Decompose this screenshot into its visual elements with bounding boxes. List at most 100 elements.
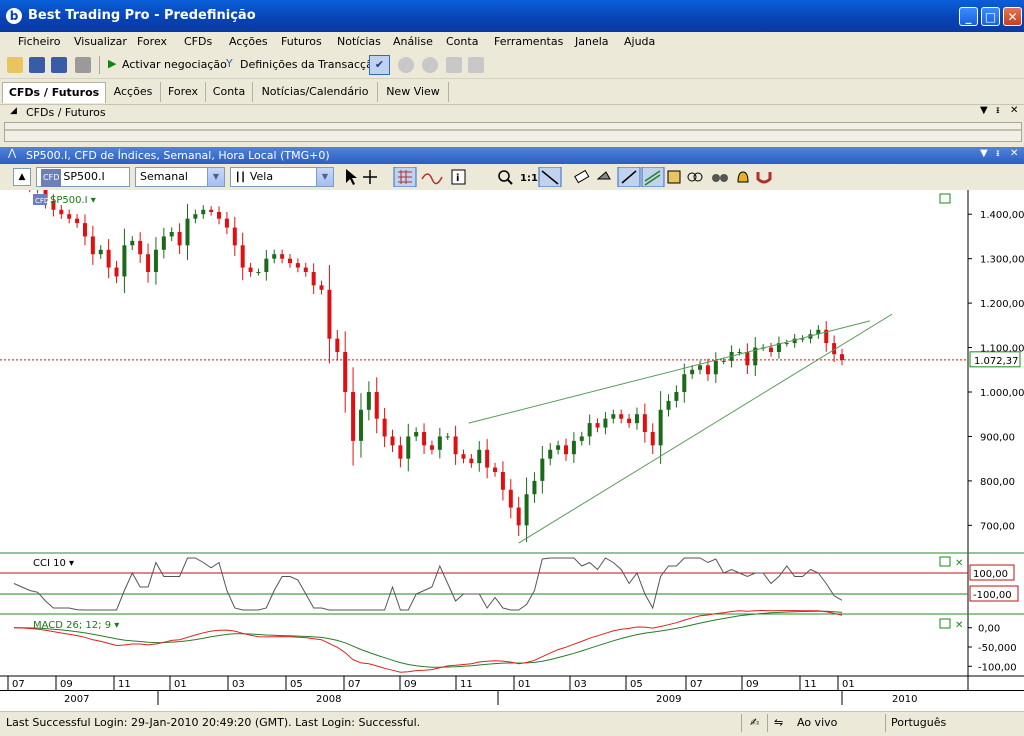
candle[interactable] <box>106 239 111 279</box>
menu-ferramentas[interactable]: Ferramentas <box>494 35 563 48</box>
candle[interactable] <box>587 414 592 446</box>
candle[interactable] <box>201 205 206 219</box>
candle[interactable] <box>130 236 135 250</box>
candle[interactable] <box>453 425 458 465</box>
candle[interactable] <box>232 216 237 256</box>
candle[interactable] <box>690 365 695 379</box>
candle[interactable] <box>114 260 119 284</box>
candle[interactable] <box>146 243 151 283</box>
candle[interactable] <box>445 432 450 440</box>
candle[interactable] <box>461 449 466 464</box>
candle[interactable] <box>548 443 553 466</box>
candle[interactable] <box>327 265 332 364</box>
candle[interactable] <box>90 225 95 265</box>
candle[interactable] <box>674 385 679 408</box>
candle[interactable] <box>335 330 340 361</box>
candle[interactable] <box>161 227 166 259</box>
refresh-icon[interactable] <box>468 57 484 73</box>
candle[interactable] <box>185 204 190 260</box>
candle[interactable] <box>27 178 32 193</box>
candle[interactable] <box>374 377 379 434</box>
channel-icon[interactable] <box>641 167 665 187</box>
pane-menu-icon[interactable]: ▼ <box>980 105 988 116</box>
collapse-icon[interactable]: ▲ <box>13 168 31 186</box>
period-select[interactable]: Semanal ▼ <box>135 167 225 187</box>
minimize-button[interactable]: _ <box>959 7 978 26</box>
binoculars-icon[interactable] <box>712 174 728 182</box>
candle[interactable] <box>240 232 245 281</box>
candle[interactable] <box>611 409 616 424</box>
menu-ficheiro[interactable]: Ficheiro <box>18 35 60 48</box>
candle[interactable] <box>406 423 411 472</box>
candle[interactable] <box>493 462 498 477</box>
candle[interactable] <box>122 228 127 294</box>
tab-forex[interactable]: Forex <box>161 82 206 102</box>
candle[interactable] <box>169 227 174 242</box>
candle[interactable] <box>272 249 277 264</box>
transaction-settings-button[interactable]: Definições da Transacção <box>240 58 380 71</box>
candle[interactable] <box>351 367 356 466</box>
candle[interactable] <box>713 352 718 383</box>
menu-accoes[interactable]: Acções <box>229 35 268 48</box>
pin-icon[interactable]: ᵻ <box>996 105 1000 116</box>
zoom-reset-icon[interactable]: 1:1 <box>520 173 538 184</box>
candle[interactable] <box>217 206 222 225</box>
candle[interactable] <box>603 412 608 435</box>
chart-menu-icon[interactable]: ▼ <box>980 148 988 159</box>
activate-trading-button[interactable]: Activar negociação <box>122 58 227 71</box>
candle[interactable] <box>524 477 529 542</box>
price-chart[interactable]: 1.400,001.300,001.200,001.100,001.000,00… <box>0 172 1024 711</box>
tab-noticias[interactable]: Notícias/Calendário <box>253 82 378 102</box>
candle[interactable] <box>414 427 419 442</box>
candle[interactable] <box>82 214 87 246</box>
menu-janela[interactable]: Janela <box>575 35 609 48</box>
paint-icon[interactable] <box>596 171 611 180</box>
candle[interactable] <box>556 440 561 455</box>
candle[interactable] <box>193 209 198 224</box>
candle[interactable] <box>540 446 545 494</box>
menu-visualizar[interactable]: Visualizar <box>74 35 127 48</box>
candle[interactable] <box>469 454 474 468</box>
cursor-icon[interactable] <box>346 169 357 185</box>
candle[interactable] <box>429 440 434 455</box>
maximize-button[interactable]: □ <box>981 7 1000 26</box>
save-all-icon[interactable] <box>51 57 67 73</box>
candle[interactable] <box>824 321 829 352</box>
candle[interactable] <box>595 418 600 433</box>
candle[interactable] <box>59 205 64 219</box>
chart-area[interactable]: 1.400,00 1.300,00 1.200,00 1.100,00 1.000,00… <box>0 172 1024 711</box>
chart-close-icon[interactable]: ✕ <box>1010 148 1018 159</box>
candle[interactable] <box>75 214 80 228</box>
chart-pin-icon[interactable]: ᵻ <box>996 148 1000 159</box>
candle[interactable] <box>485 439 490 479</box>
chart-type-select[interactable]: ┃┃ Vela ▼ <box>230 167 334 187</box>
candle[interactable] <box>382 408 387 448</box>
tab-accoes[interactable]: Acções <box>106 82 161 102</box>
candle[interactable] <box>642 403 647 443</box>
maximize-pane-icon[interactable] <box>939 193 951 204</box>
candle[interactable] <box>35 183 40 194</box>
candle[interactable] <box>564 438 568 461</box>
candle[interactable] <box>398 436 403 468</box>
candle[interactable] <box>288 254 292 268</box>
candle[interactable] <box>319 280 324 295</box>
candle[interactable] <box>437 427 442 459</box>
candle[interactable] <box>627 414 632 428</box>
magnet-icon[interactable] <box>756 172 772 184</box>
candle[interactable] <box>698 360 703 375</box>
candle[interactable] <box>280 249 285 264</box>
maximize-pane-icon[interactable] <box>939 556 951 567</box>
candle[interactable] <box>67 209 72 224</box>
candle[interactable] <box>177 223 182 254</box>
candle[interactable] <box>840 348 844 366</box>
symbol-field[interactable]: CFD SP500.I <box>36 167 130 187</box>
language-status[interactable]: Português <box>891 716 946 729</box>
menu-analise[interactable]: Análise <box>393 35 433 48</box>
candle[interactable] <box>516 496 521 536</box>
back-icon[interactable] <box>398 57 414 73</box>
candle[interactable] <box>477 441 482 472</box>
link-icon[interactable] <box>687 172 703 182</box>
menu-conta[interactable]: Conta <box>446 35 478 48</box>
candle[interactable] <box>224 212 229 235</box>
maximize-pane-icon[interactable] <box>939 618 951 629</box>
